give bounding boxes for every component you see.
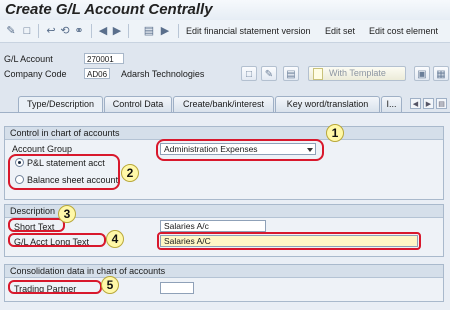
toolbar-separator xyxy=(128,24,129,38)
where-used-icon[interactable]: ▶ xyxy=(158,24,172,38)
undo-icon[interactable]: ⟲ xyxy=(58,24,72,38)
annotation-outline xyxy=(157,232,421,250)
company-code-label: Company Code xyxy=(4,69,67,79)
tab-control-data[interactable]: Control Data xyxy=(104,96,172,112)
copy-icon[interactable]: □ xyxy=(241,66,257,81)
page-title: Create G/L Account Centrally xyxy=(5,1,213,18)
gl-account-label: G/L Account xyxy=(4,54,53,64)
annotation-outline xyxy=(8,233,106,247)
annotation-badge: 3 xyxy=(58,205,76,223)
tab-scroll-left-icon[interactable]: ◀ xyxy=(410,98,421,109)
tab-strip: Type/Description Control Data Create/ban… xyxy=(0,96,450,112)
annotation-outline xyxy=(156,139,324,161)
short-text-input[interactable]: Salaries A/c xyxy=(160,220,266,232)
toolbar-separator xyxy=(91,24,92,38)
annotation-badge: 4 xyxy=(106,230,124,248)
edit-fs-version-button[interactable]: Edit financial statement version xyxy=(186,26,311,36)
annotation-badge: 5 xyxy=(101,276,119,294)
tab-scroll-right-icon[interactable]: ▶ xyxy=(423,98,434,109)
trading-partner-input[interactable] xyxy=(160,282,194,294)
toolbar-separator xyxy=(38,24,39,38)
with-template-button[interactable]: With Template xyxy=(308,66,406,81)
company-code-field[interactable]: AD06 xyxy=(84,68,110,79)
tab-type-description[interactable]: Type/Description xyxy=(18,96,103,112)
annotation-outline xyxy=(8,154,120,190)
tab-create-bank-interest[interactable]: Create/bank/interest xyxy=(173,96,274,112)
previous-icon[interactable]: ◀ xyxy=(96,24,110,38)
template-icon xyxy=(313,68,323,80)
tab-list-icon[interactable]: ▤ xyxy=(436,98,447,109)
company-name: Adarsh Technologies xyxy=(121,69,205,79)
with-template-label: With Template xyxy=(329,68,386,78)
account-group-label: Account Group xyxy=(12,144,73,154)
toolbar-separator xyxy=(178,24,179,38)
edit-set-button[interactable]: Edit set xyxy=(325,26,355,36)
display-change-icon[interactable]: ✎ xyxy=(4,24,18,38)
tab-key-word-translation[interactable]: Key word/translation xyxy=(275,96,380,112)
print-icon[interactable]: ▤ xyxy=(142,24,156,38)
tab-more[interactable]: I... xyxy=(381,96,402,112)
lock-icon[interactable]: ▣ xyxy=(414,66,430,81)
gl-account-field[interactable]: 270001 xyxy=(84,53,124,64)
link-icon[interactable]: ⚭ xyxy=(72,24,86,38)
create-document-icon[interactable]: ▤ xyxy=(283,66,299,81)
save-as-icon[interactable]: ↩ xyxy=(44,24,58,38)
next-icon[interactable]: ▶ xyxy=(110,24,124,38)
delete-icon[interactable]: ▦ xyxy=(433,66,449,81)
annotation-outline xyxy=(8,280,102,294)
group-title: Consolidation data in chart of accounts xyxy=(5,265,443,278)
edit-pencil-icon[interactable]: ✎ xyxy=(261,66,277,81)
annotation-outline xyxy=(8,218,65,232)
application-toolbar: ✎ □ ↩ ⟲ ⚭ ◀ ▶ ▤ ▶ Edit financial stateme… xyxy=(0,20,450,43)
title-bar: Create G/L Account Centrally xyxy=(0,0,450,21)
edit-cost-element-button[interactable]: Edit cost element xyxy=(369,26,438,36)
annotation-badge: 2 xyxy=(121,164,139,182)
other-object-icon[interactable]: □ xyxy=(20,24,34,38)
annotation-badge: 1 xyxy=(326,124,344,142)
